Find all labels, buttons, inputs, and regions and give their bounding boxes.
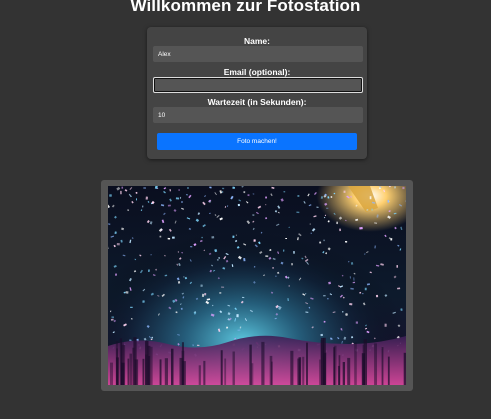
- name-label: Name:: [244, 36, 270, 46]
- photo-preview-frame: [101, 180, 413, 391]
- email-label: Email (optional):: [223, 67, 291, 77]
- take-photo-button[interactable]: Foto machen!: [157, 133, 357, 150]
- wait-time-input[interactable]: [153, 107, 363, 123]
- concert-photo: [108, 186, 406, 385]
- name-input[interactable]: [153, 46, 363, 62]
- page-title: Willkommen zur Fotostation: [130, 0, 361, 15]
- email-input[interactable]: [153, 77, 363, 93]
- photo-form: Name: Email (optional): Wartezeit (in Se…: [147, 27, 367, 159]
- wait-time-label: Wartezeit (in Sekunden):: [207, 97, 307, 107]
- photo-station-page: Willkommen zur Fotostation Name: Email (…: [0, 0, 491, 419]
